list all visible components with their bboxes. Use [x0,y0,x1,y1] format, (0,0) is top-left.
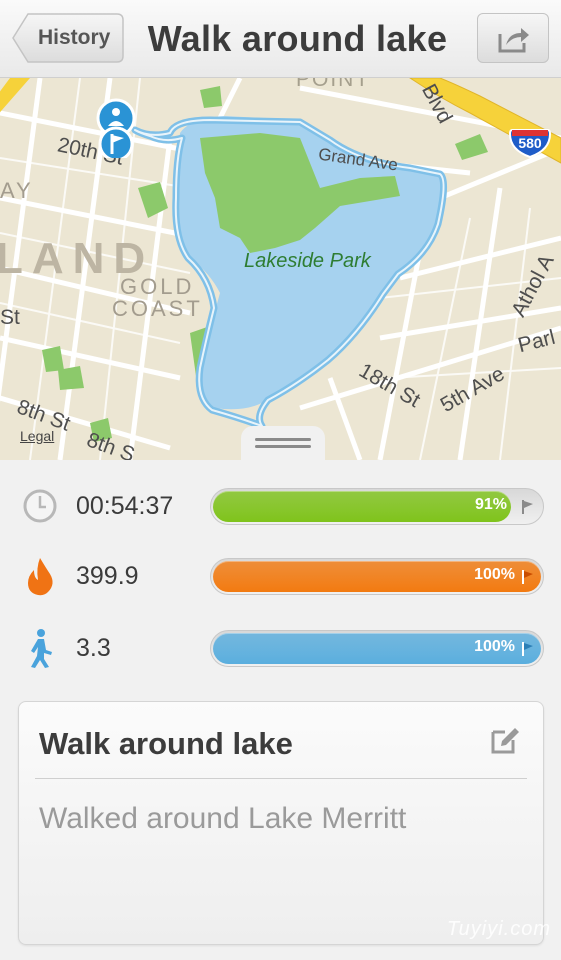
distance-progress-bar: 100% [210,630,544,667]
drawer-handle[interactable] [241,426,325,462]
area-label-point: POINT [296,78,371,91]
start-pin-icon[interactable] [96,96,140,158]
park-label: Lakeside Park [244,250,371,272]
flag-icon [522,500,533,514]
district-coast-label: COAST [112,296,203,321]
history-back-button[interactable]: History [12,13,124,63]
top-bar: History Walk around lake [0,0,561,78]
freeway-number: 580 [518,135,542,151]
flag-icon [522,570,533,584]
note-title: Walk around lake [39,726,293,761]
calories-value: 399.9 [76,562,139,590]
handle-line [255,445,311,448]
flag-icon [522,642,533,656]
note-divider [35,778,527,779]
duration-progress-bar: 91% [210,488,544,525]
legal-link[interactable]: Legal [20,428,54,444]
district-ay-label: AY [0,178,34,203]
calories-progress-bar: 100% [210,558,544,595]
share-icon [498,28,529,53]
duration-progress-fill [213,491,512,522]
distance-percent: 100% [474,638,515,655]
edit-icon[interactable] [489,724,521,756]
page-title: Walk around lake [147,18,448,59]
stat-row-distance: 3.3 100% [0,620,561,680]
freeway-shield-icon: 580 [508,128,552,159]
distance-value: 3.3 [76,634,111,662]
back-label: History [38,26,111,49]
flame-icon [28,558,53,596]
route-map[interactable]: Lakeside Park LAND GOLD COAST AY 20th St… [0,78,561,460]
stat-row-duration: 00:54:37 91% [0,478,561,538]
note-card[interactable]: Walk around lake Walked around Lake Merr… [18,701,544,945]
watermark: Tuyiyi.com [446,918,551,940]
handle-line [255,438,311,441]
clock-icon [23,489,57,523]
duration-value: 00:54:37 [76,492,174,520]
stat-row-calories: 399.9 100% [0,548,561,608]
street-label-st: St [0,306,20,329]
share-button[interactable] [477,13,549,63]
calories-percent: 100% [474,566,515,583]
walker-icon [31,629,52,668]
note-text: Walked around Lake Merritt [39,802,407,835]
duration-percent: 91% [474,496,507,513]
